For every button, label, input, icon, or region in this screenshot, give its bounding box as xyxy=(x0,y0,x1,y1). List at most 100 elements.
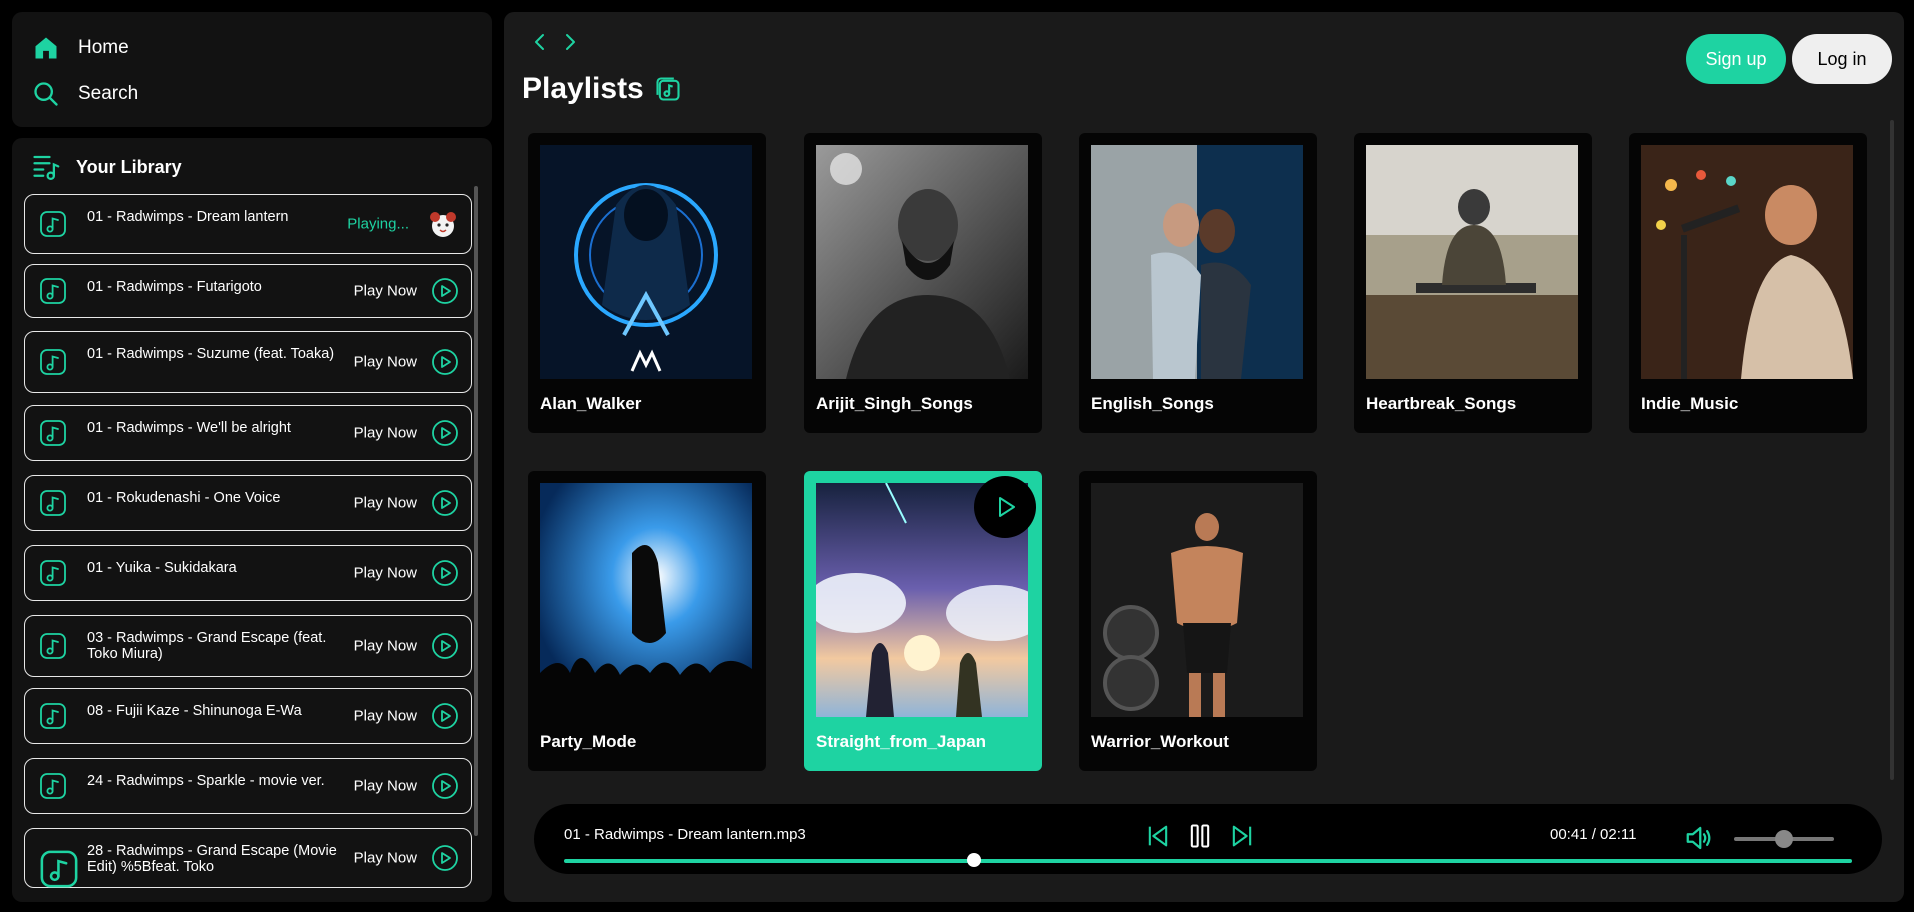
music-note-icon xyxy=(39,849,79,889)
play-circle-icon[interactable] xyxy=(431,489,459,517)
playlist-title: Party_Mode xyxy=(540,732,637,751)
library-scrollbar[interactable] xyxy=(474,186,478,836)
playlist-title: Arijit_Singh_Songs xyxy=(816,394,973,413)
library-panel: Your Library 01 - Radwimps - Dream lante… xyxy=(12,138,492,902)
playlist-card[interactable]: Indie_Music xyxy=(1629,133,1867,433)
play-circle-icon[interactable] xyxy=(431,348,459,376)
play-circle-icon[interactable] xyxy=(431,277,459,305)
play-circle-icon[interactable] xyxy=(431,844,459,872)
playlist-music-icon xyxy=(656,77,680,101)
playing-avatar-icon xyxy=(425,206,461,242)
play-now-label[interactable]: Play Now xyxy=(354,425,417,442)
music-note-icon xyxy=(39,277,67,305)
music-note-icon xyxy=(39,419,67,447)
history-nav xyxy=(532,32,578,52)
search-icon xyxy=(34,82,58,106)
play-now-label[interactable]: Play Now xyxy=(354,850,417,867)
library-song-item[interactable]: 01 - Yuika - Sukidakara Play Now xyxy=(24,545,472,601)
playlist-cover-image xyxy=(1091,145,1303,379)
playlist-cover-image xyxy=(540,145,752,379)
volume-icon[interactable] xyxy=(1684,823,1714,853)
forward-arrow-icon[interactable] xyxy=(562,32,578,52)
nav-panel: Home Search xyxy=(12,12,492,127)
song-title: 01 - Radwimps - Futarigoto xyxy=(87,279,262,295)
play-circle-icon[interactable] xyxy=(431,559,459,587)
playlist-cover-image xyxy=(816,145,1028,379)
library-song-item[interactable]: 01 - Radwimps - Suzume (feat. Toaka) Play… xyxy=(24,331,472,393)
playing-status: Playing... xyxy=(347,215,409,233)
playlist-card[interactable]: Straight_from_Japan xyxy=(804,471,1042,771)
song-title: 28 - Radwimps - Grand Escape (Movie Edit… xyxy=(87,843,337,875)
next-icon[interactable] xyxy=(1228,822,1256,850)
library-header[interactable]: Your Library xyxy=(32,152,182,182)
playlist-title: Warrior_Workout xyxy=(1091,732,1229,751)
playlist-title: Alan_Walker xyxy=(540,394,642,413)
playlist-title: Straight_from_Japan xyxy=(816,732,987,751)
play-now-label[interactable]: Play Now xyxy=(354,354,417,371)
play-circle-icon[interactable] xyxy=(431,702,459,730)
music-note-icon xyxy=(39,559,67,587)
login-button[interactable]: Log in xyxy=(1792,34,1892,84)
playlist-play-button[interactable] xyxy=(974,476,1036,538)
library-song-item[interactable]: 01 - Rokudenashi - One Voice Play Now xyxy=(24,475,472,531)
nav-home[interactable]: Home xyxy=(32,34,129,62)
song-title: 08 - Fujii Kaze - Shinunoga E-Wa xyxy=(87,703,302,719)
time-readout: 00:41 / 02:11 xyxy=(1550,826,1637,843)
library-song-item[interactable]: 01 - Radwimps - Dream lantern Playing... xyxy=(24,194,472,254)
music-note-icon xyxy=(39,348,67,376)
library-song-item[interactable]: 03 - Radwimps - Grand Escape (feat. Toko… xyxy=(24,615,472,677)
music-note-icon xyxy=(39,632,67,660)
library-song-item[interactable]: 01 - Radwimps - Futarigoto Play Now xyxy=(24,264,472,318)
playlist-cover-image xyxy=(1366,145,1578,379)
play-now-label[interactable]: Play Now xyxy=(354,565,417,582)
song-title: 01 - Radwimps - Suzume (feat. Toaka) xyxy=(87,346,335,362)
play-circle-icon[interactable] xyxy=(431,632,459,660)
library-title: Your Library xyxy=(76,156,182,177)
library-song-item[interactable]: 24 - Radwimps - Sparkle - movie ver. Play… xyxy=(24,758,472,814)
play-now-label[interactable]: Play Now xyxy=(354,283,417,300)
song-title: 01 - Radwimps - Dream lantern xyxy=(87,209,289,225)
playlist-card[interactable]: English_Songs xyxy=(1079,133,1317,433)
volume-knob[interactable] xyxy=(1775,830,1793,848)
nav-search-label: Search xyxy=(78,83,139,104)
song-title: 01 - Yuika - Sukidakara xyxy=(87,560,237,576)
playlist-card[interactable]: Arijit_Singh_Songs xyxy=(804,133,1042,433)
library-song-item[interactable]: 08 - Fujii Kaze - Shinunoga E-Wa Play Now xyxy=(24,688,472,744)
nav-home-label: Home xyxy=(78,37,129,58)
music-note-icon xyxy=(39,489,67,517)
play-now-label[interactable]: Play Now xyxy=(354,708,417,725)
play-circle-icon[interactable] xyxy=(431,419,459,447)
main-panel: Playlists Sign up Log in Alan_Walker Arij… xyxy=(504,12,1904,902)
signup-button[interactable]: Sign up xyxy=(1686,34,1786,84)
music-note-icon xyxy=(39,702,67,730)
playlist-card[interactable]: Alan_Walker xyxy=(528,133,766,433)
main-scrollbar[interactable] xyxy=(1890,120,1894,780)
playlist-card[interactable]: Warrior_Workout xyxy=(1079,471,1317,771)
play-now-label[interactable]: Play Now xyxy=(354,638,417,655)
previous-icon[interactable] xyxy=(1144,822,1172,850)
play-now-label[interactable]: Play Now xyxy=(354,495,417,512)
volume-slider[interactable] xyxy=(1734,830,1834,848)
song-title: 01 - Radwimps - We'll be alright xyxy=(87,420,291,436)
progress-bar[interactable] xyxy=(564,853,1852,867)
playlist-title: Heartbreak_Songs xyxy=(1366,394,1517,413)
play-circle-icon[interactable] xyxy=(431,772,459,800)
home-icon xyxy=(35,37,57,59)
library-song-item[interactable]: 01 - Radwimps - We'll be alright Play Now xyxy=(24,405,472,461)
page-title-text: Playlists xyxy=(522,72,644,105)
playlist-cover-image xyxy=(540,483,752,717)
now-playing-track: 01 - Radwimps - Dream lantern.mp3 xyxy=(564,826,806,843)
back-arrow-icon[interactable] xyxy=(532,32,548,52)
library-icon xyxy=(33,155,60,180)
nav-search[interactable]: Search xyxy=(32,80,138,108)
progress-knob[interactable] xyxy=(967,853,982,867)
play-now-label[interactable]: Play Now xyxy=(354,778,417,795)
playlist-card[interactable]: Party_Mode xyxy=(528,471,766,771)
library-song-item[interactable]: 28 - Radwimps - Grand Escape (Movie Edit… xyxy=(24,828,472,888)
player-controls xyxy=(1144,822,1256,850)
song-title: 24 - Radwimps - Sparkle - movie ver. xyxy=(87,773,325,789)
song-title: 03 - Radwimps - Grand Escape (feat. Toko… xyxy=(87,630,327,662)
music-note-icon xyxy=(39,210,67,238)
pause-icon[interactable] xyxy=(1186,822,1214,850)
playlist-card[interactable]: Heartbreak_Songs xyxy=(1354,133,1592,433)
